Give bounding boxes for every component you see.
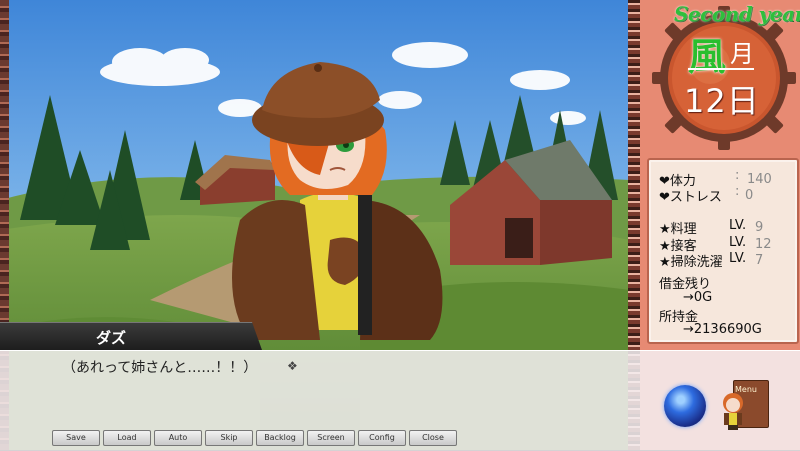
stress-label: ❤ストレス [659,190,722,205]
text-advance-icon: ❖ [287,359,298,373]
money-value: →2136690G [683,322,762,337]
world-orb-icon[interactable] [664,385,706,427]
stress-value: 0 [745,188,754,203]
cleaning-label: ★掃除洗濯 [659,255,723,270]
service-lv-label: LV. [729,235,747,250]
speaker-name: ダズ [96,329,127,347]
close-button[interactable]: Close [409,430,457,446]
day-label: 12日 [684,82,760,120]
load-button[interactable]: Load [103,430,151,446]
month-label: 月 [730,40,754,68]
backlog-button[interactable]: Backlog [256,430,304,446]
service-value: 12 [755,237,772,252]
cleaning-lv-label: LV. [729,251,747,266]
debt-value: →0G [683,290,713,305]
dialogue-text: （あれって姉さんと……！！） [62,360,258,376]
season-kanji: 風 [688,35,727,79]
chibi-character-icon [723,393,743,430]
screen-button[interactable]: Screen [307,430,355,446]
speaker-namebox [0,322,262,350]
year-label: Second year [674,2,800,26]
stress-separator: : [735,184,740,199]
skip-button[interactable]: Skip [205,430,253,446]
stamina-value: 140 [747,172,772,187]
month-divider [688,68,754,70]
cooking-value: 9 [755,220,764,235]
cleaning-value: 7 [755,253,764,268]
stamina-separator: : [735,168,740,183]
config-button[interactable]: Config [358,430,406,446]
save-button[interactable]: Save [52,430,100,446]
cooking-lv-label: LV. [729,218,747,233]
auto-button[interactable]: Auto [154,430,202,446]
